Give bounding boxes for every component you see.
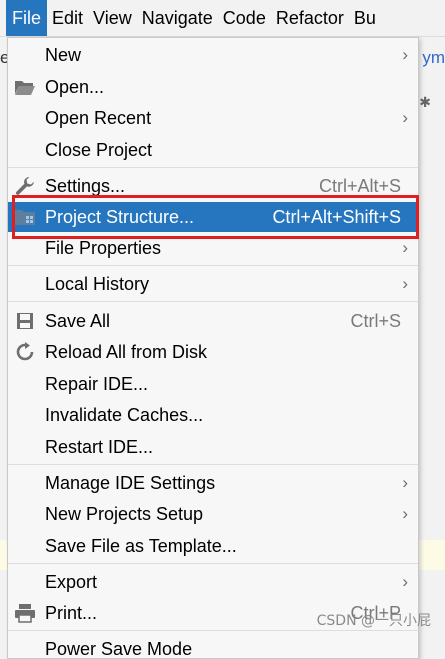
menu-item-label: Invalidate Caches... (45, 405, 204, 425)
menu-item-label: Reload All from Disk (45, 342, 208, 362)
menu-bar: File Edit View Navigate Code Refactor Bu (0, 0, 445, 37)
menu-item-close-project[interactable]: Close Project (8, 135, 418, 165)
menu-item-restart-ide[interactable]: Restart IDE... (8, 432, 418, 462)
menu-item-new-projects-setup[interactable]: New Projects Setup › (8, 499, 418, 529)
menu-item-label: Restart IDE... (45, 437, 154, 457)
reload-icon (14, 341, 36, 363)
submenu-arrow-icon: › (402, 45, 408, 64)
menu-separator (8, 563, 418, 564)
menu-edit[interactable]: Edit (47, 0, 88, 36)
menu-separator (8, 265, 418, 266)
menu-item-invalidate-caches[interactable]: Invalidate Caches... (8, 400, 418, 430)
menu-item-open-recent[interactable]: Open Recent › (8, 103, 418, 133)
submenu-arrow-icon: › (402, 274, 408, 293)
menu-code[interactable]: Code (218, 0, 271, 36)
menu-item-label: Export (45, 572, 98, 592)
menu-refactor[interactable]: Refactor (271, 0, 349, 36)
menu-file[interactable]: File (6, 0, 48, 36)
menu-build-partial[interactable]: Bu (349, 0, 381, 36)
menu-item-shortcut: Ctrl+S (350, 311, 401, 331)
menu-item-local-history[interactable]: Local History › (8, 269, 418, 299)
menu-view[interactable]: View (88, 0, 137, 36)
menu-item-label: Open Recent (45, 108, 152, 128)
menu-navigate[interactable]: Navigate (137, 0, 218, 36)
wrench-icon (14, 175, 36, 197)
menu-item-label: Local History (45, 274, 150, 294)
menu-item-save-file-as-template[interactable]: Save File as Template... (8, 531, 418, 561)
menu-item-label: Power Save Mode (45, 639, 193, 659)
submenu-arrow-icon: › (402, 108, 408, 127)
menu-item-manage-ide-settings[interactable]: Manage IDE Settings › (8, 468, 418, 498)
menu-item-label: New Projects Setup (45, 504, 204, 524)
menu-item-repair-ide[interactable]: Repair IDE... (8, 369, 418, 399)
menu-item-label: Save All (45, 311, 111, 331)
menu-item-open[interactable]: Open... (8, 72, 418, 102)
menu-item-save-all[interactable]: Save All Ctrl+S (8, 306, 418, 336)
submenu-arrow-icon: › (402, 473, 408, 492)
menu-item-new[interactable]: New › (8, 40, 418, 70)
annotation-highlight-box (12, 195, 419, 239)
menu-item-label: Close Project (45, 140, 153, 160)
menu-item-reload-all[interactable]: Reload All from Disk (8, 337, 418, 367)
file-menu: New › Open... Open Recent › Close Projec… (7, 37, 419, 659)
menu-item-power-save-mode[interactable]: Power Save Mode (8, 634, 418, 659)
menu-separator (8, 167, 418, 168)
menu-separator (8, 630, 418, 631)
menu-item-label: Manage IDE Settings (45, 473, 216, 493)
menu-item-export[interactable]: Export › (8, 567, 418, 597)
save-icon (14, 310, 36, 332)
pin-icon: ✱ (419, 94, 431, 110)
menu-item-label: Print... (45, 603, 98, 623)
menu-item-label: New (45, 45, 82, 65)
folder-open-icon (14, 76, 36, 98)
watermark: CSDN @一只小屁 (316, 613, 431, 629)
menu-separator (8, 464, 418, 465)
printer-icon (14, 602, 36, 624)
menu-item-label: Save File as Template... (45, 536, 237, 556)
submenu-arrow-icon: › (402, 504, 408, 523)
menu-item-label: Open... (45, 77, 105, 97)
menu-item-label: Repair IDE... (45, 374, 149, 394)
submenu-arrow-icon: › (402, 572, 408, 591)
background-text-right: ym (422, 48, 445, 67)
menu-separator (8, 301, 418, 302)
